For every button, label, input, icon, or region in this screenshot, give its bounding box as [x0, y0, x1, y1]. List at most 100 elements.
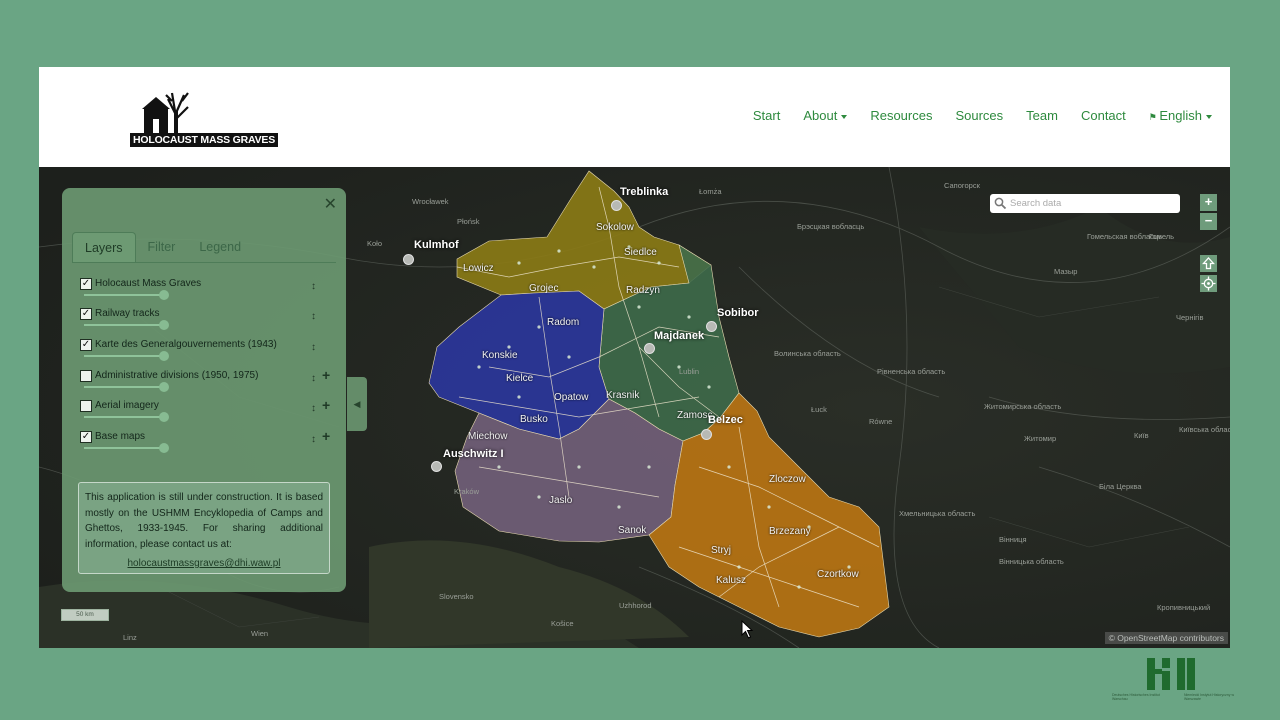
chevron-left-icon: ◀ [353, 399, 361, 409]
region-label: Busko [520, 414, 548, 425]
house-tree-logo-icon [142, 92, 189, 133]
home-extent-button[interactable] [1200, 255, 1217, 272]
main-nav: Start About Resources Sources Team Conta… [753, 108, 1212, 123]
basemap-label: Чернігів [1176, 313, 1204, 322]
camp-marker[interactable] [701, 429, 712, 440]
slider-handle[interactable] [159, 412, 169, 422]
info-text: This application is still under construc… [85, 492, 323, 550]
zoom-out-button[interactable]: − [1200, 213, 1217, 230]
opacity-slider[interactable] [84, 355, 164, 357]
app-frame: HOLOCAUST MASS GRAVES Start About Resour… [39, 67, 1230, 648]
slider-handle[interactable] [159, 443, 169, 453]
tab-layers[interactable]: Layers [72, 232, 136, 262]
slider-handle[interactable] [159, 290, 169, 300]
add-icon[interactable]: + [322, 367, 330, 383]
region-label: Opatow [554, 392, 589, 403]
basemap-label: Київ [1134, 431, 1149, 440]
region-label: Konskie [482, 350, 518, 361]
map-view[interactable]: Wrocławek Płońsk Koło Łomża Сапогорск Бр… [39, 167, 1230, 648]
layer-row: ✓ Karte des Generalgouvernements (1943) … [79, 338, 341, 366]
basemap-label: Сапогорск [944, 181, 980, 190]
add-icon[interactable]: + [322, 397, 330, 413]
region-label: Lowicz [463, 263, 494, 274]
tab-filter[interactable]: Filter [136, 232, 188, 262]
basemap-label: Рівненська область [877, 367, 946, 376]
region-label: Jaslo [549, 495, 573, 506]
nav-contact[interactable]: Contact [1081, 108, 1126, 123]
basemap-label: Równe [869, 417, 893, 426]
sort-icon[interactable]: ↕ [311, 434, 316, 445]
layer-name: Base maps [95, 431, 146, 442]
layer-checkbox[interactable]: ✓ [80, 278, 92, 290]
nav-start[interactable]: Start [753, 108, 780, 123]
layer-row: ✓ Holocaust Mass Graves ↕ [79, 277, 341, 305]
layer-checkbox[interactable] [80, 370, 92, 382]
camp-marker[interactable] [431, 461, 442, 472]
camp-marker[interactable] [611, 200, 622, 211]
logo-text: HOLOCAUST MASS GRAVES [130, 133, 279, 147]
navbar: HOLOCAUST MASS GRAVES Start About Resour… [39, 67, 1230, 167]
collapse-panel-button[interactable]: ◀ [347, 377, 367, 431]
sort-icon[interactable]: ↕ [311, 311, 316, 322]
dhi-logo-icon [1147, 658, 1195, 690]
layer-checkbox[interactable]: ✓ [80, 339, 92, 351]
nav-sources[interactable]: Sources [955, 108, 1003, 123]
basemap-label: Łuck [811, 405, 827, 414]
region-label: Czortkow [817, 569, 859, 580]
sort-icon[interactable]: ↕ [311, 281, 316, 292]
sort-icon[interactable]: ↕ [311, 342, 316, 353]
sort-icon[interactable]: ↕ [311, 403, 316, 414]
camp-marker[interactable] [403, 254, 414, 265]
layer-checkbox[interactable] [80, 400, 92, 412]
opacity-slider[interactable] [84, 386, 164, 388]
camp-marker[interactable] [644, 343, 655, 354]
slider-handle[interactable] [159, 351, 169, 361]
opacity-slider[interactable] [84, 324, 164, 326]
camp-marker[interactable] [706, 321, 717, 332]
contact-email-link[interactable]: holocaustmassgraves@dhi.waw.pl [85, 558, 323, 569]
opacity-slider[interactable] [84, 447, 164, 449]
search-input[interactable] [1010, 196, 1176, 211]
basemap-label: Хмельницька область [899, 509, 976, 518]
info-box: This application is still under construc… [78, 482, 330, 574]
opacity-slider[interactable] [84, 294, 164, 296]
region-label: Stryj [711, 545, 731, 556]
layer-row: Administrative divisions (1950, 1975) ↕ … [79, 367, 341, 397]
dhi-logo: Deutsches Historisches Institut Warschau… [1110, 655, 1235, 710]
basemap-label: Slovensko [439, 592, 474, 601]
tab-legend[interactable]: Legend [187, 232, 253, 262]
add-icon[interactable]: + [322, 428, 330, 444]
region-label: Sanok [618, 525, 647, 536]
locate-button[interactable] [1200, 275, 1217, 292]
camp-label: Majdanek [654, 330, 705, 342]
close-icon[interactable]: ✕ [324, 194, 337, 214]
slider-handle[interactable] [159, 382, 169, 392]
zoom-in-button[interactable]: + [1200, 194, 1217, 211]
basemap-label: Брэсцкая вобласць [797, 222, 865, 231]
site-logo[interactable]: HOLOCAUST MASS GRAVES [130, 89, 279, 147]
basemap-label: Вінниця [999, 535, 1027, 544]
opacity-slider[interactable] [84, 416, 164, 418]
up-arrow-icon [1202, 257, 1215, 270]
camp-label: Sobibor [717, 307, 759, 319]
nav-resources[interactable]: Resources [870, 108, 932, 123]
basemap-label: Koło [367, 239, 383, 248]
region-label: Siedlce [624, 247, 657, 258]
layer-name: Karte des Generalgouvernements (1943) [95, 339, 277, 350]
basemap-label: Гомель [1149, 232, 1175, 241]
slider-handle[interactable] [159, 320, 169, 330]
camp-label: Belzec [708, 414, 743, 426]
nav-about[interactable]: About [803, 108, 847, 123]
dhi-text-pl: Niemiecki Instytut Historyczny w Warszaw… [1184, 693, 1234, 701]
basemap-label: Kraków [454, 487, 480, 496]
nav-team[interactable]: Team [1026, 108, 1058, 123]
region-label: Grojec [529, 283, 559, 294]
basemap-label: Мазыр [1054, 267, 1078, 276]
map-attribution[interactable]: © OpenStreetMap contributors [1104, 632, 1228, 644]
panel-tabs: Layers Filter Legend [72, 232, 336, 263]
layer-checkbox[interactable]: ✓ [80, 308, 92, 320]
nav-language[interactable]: ⚑ English [1149, 108, 1212, 123]
sort-icon[interactable]: ↕ [311, 373, 316, 384]
layer-checkbox[interactable]: ✓ [80, 431, 92, 443]
camp-label: Auschwitz I [443, 448, 504, 460]
